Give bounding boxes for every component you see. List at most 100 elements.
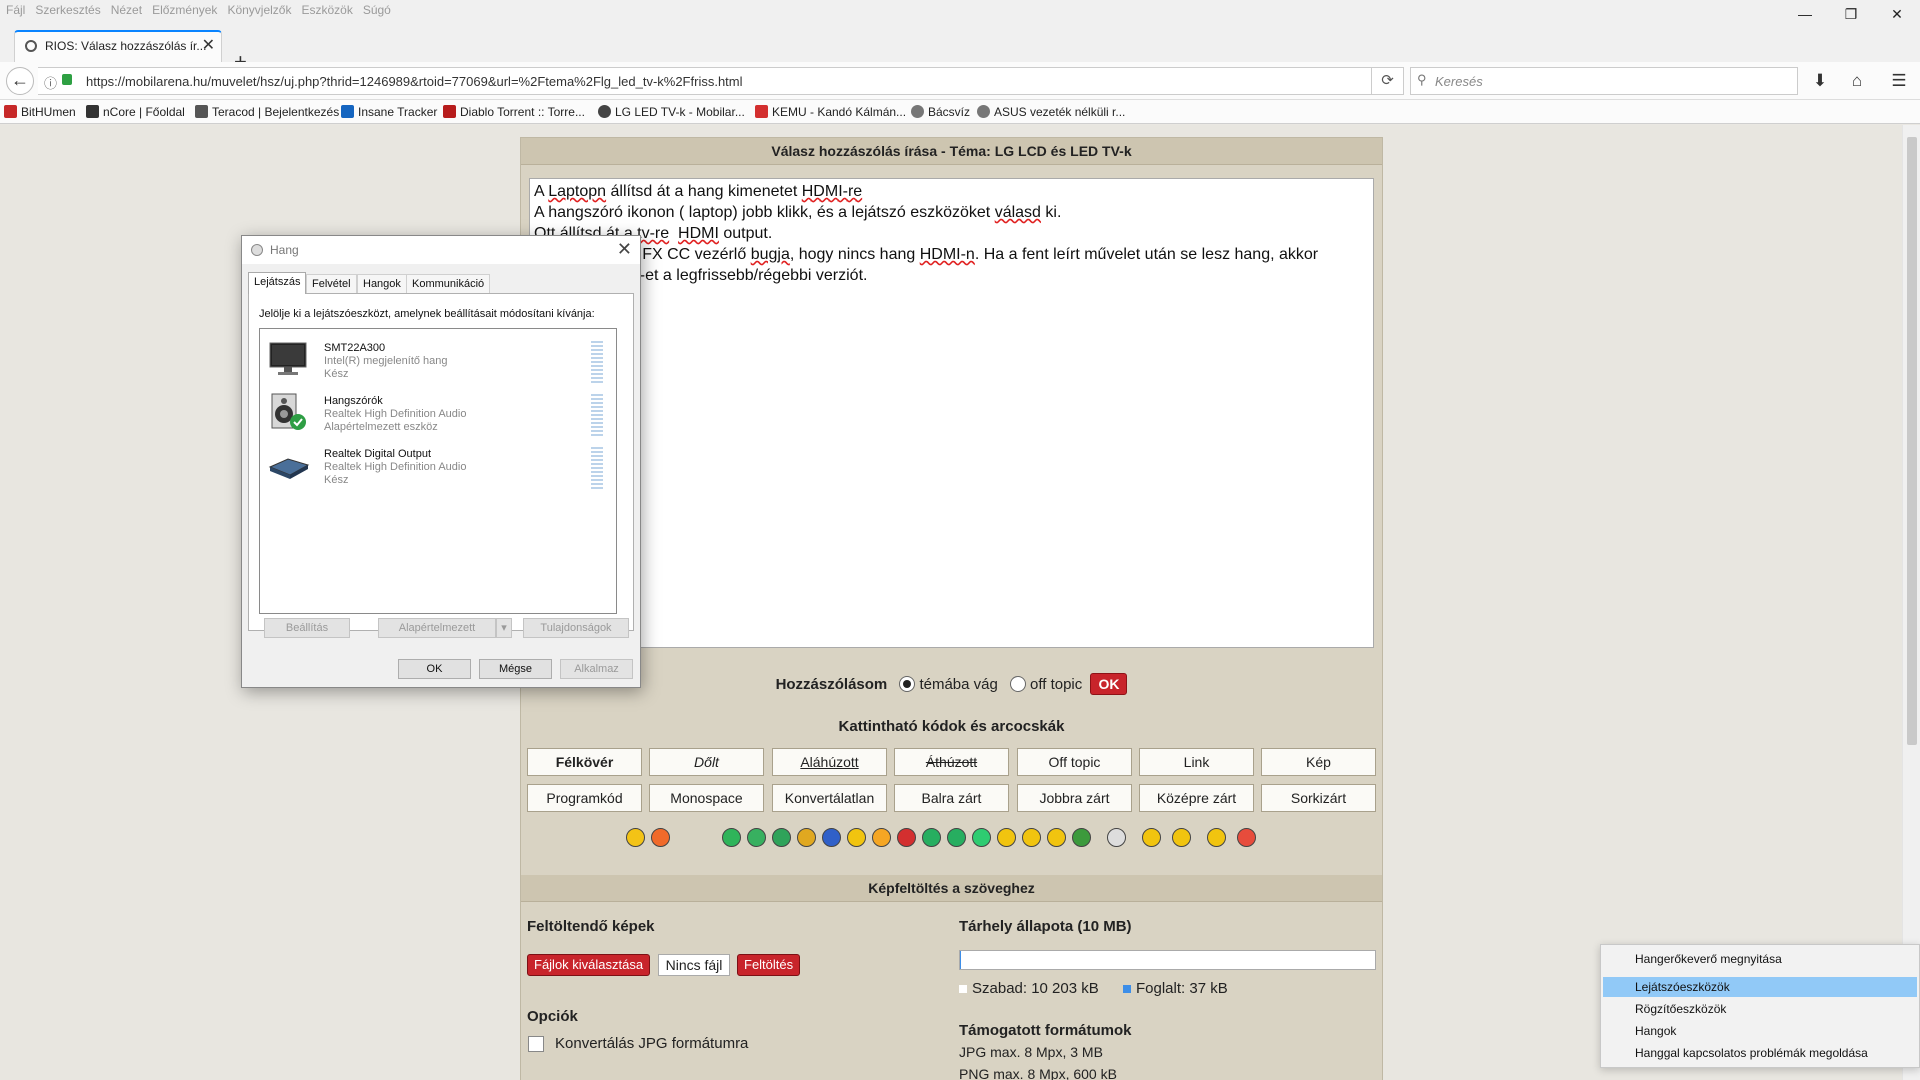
device-item-monitor[interactable]: SMT22A300 Intel(R) megjelenítő hang Kész [260,333,616,383]
device-status: Kész [324,368,349,380]
smiley-icon[interactable] [1072,828,1091,847]
strikethrough-button[interactable]: Áthúzott [894,748,1009,776]
apply-button[interactable]: Alkalmaz [560,659,633,679]
menu-sounds[interactable]: Hangok [1603,1021,1917,1041]
bookmark-bacsviz[interactable]: Bácsvíz [911,105,970,119]
url-text[interactable]: https://mobilarena.hu/muvelet/hsz/uj.php… [86,74,743,89]
justify-button[interactable]: Sorkizárt [1261,784,1376,812]
set-default-dropdown[interactable]: ▾ [496,618,512,638]
smiley-icon[interactable] [922,828,941,847]
dialog-close-icon[interactable]: ✕ [617,239,632,260]
convert-jpg-checkbox[interactable] [528,1036,544,1052]
italic-button[interactable]: Dőlt [649,748,764,776]
configure-button[interactable]: Beállítás [264,618,350,638]
search-input[interactable]: ⚲ Keresés [1410,67,1798,95]
home-button[interactable]: ⌂ [1842,67,1872,95]
level-meter [591,447,603,489]
smiley-icon[interactable] [1022,828,1041,847]
smiley-icon[interactable] [772,828,791,847]
ok-button[interactable]: OK [1090,673,1128,695]
smiley-icon[interactable] [872,828,891,847]
device-item-digital-output[interactable]: Realtek Digital Output Realtek High Defi… [260,439,616,489]
bookmark-diablo-torrent[interactable]: Diablo Torrent :: Torre... [443,105,585,119]
dialog-titlebar[interactable]: Hang ✕ [242,236,640,264]
tab-strip: RIOS: Válasz hozzászólás ír... ✕ + [0,22,1920,73]
smiley-icon[interactable] [626,828,645,847]
tab-recording[interactable]: Felvétel [306,274,357,294]
smiley-icon[interactable] [1142,828,1161,847]
reply-form: Válasz hozzászólás írása - Téma: LG LCD … [520,137,1383,1080]
download-button[interactable]: ⬇ [1805,67,1835,95]
smiley-icon[interactable] [997,828,1016,847]
monospace-button[interactable]: Monospace [649,784,764,812]
set-default-button[interactable]: Alapértelmezett [378,618,496,638]
device-name: Realtek Digital Output [324,448,431,460]
menu-view[interactable]: Nézet [105,0,146,17]
menu-open-volume-mixer[interactable]: Hangerőkeverő megnyitása [1603,949,1917,969]
bookmark-lg-led[interactable]: LG LED TV-k - Mobilar... [598,105,745,119]
tab-close-icon[interactable]: ✕ [202,32,215,60]
radio-off-topic[interactable] [1010,676,1026,692]
url-bar[interactable]: ⓘ https://mobilarena.hu/muvelet/hsz/uj.p… [38,67,1404,95]
align-center-button[interactable]: Középre zárt [1139,784,1254,812]
radio-on-topic[interactable] [899,676,916,692]
menu-file[interactable]: Fájl [0,0,29,17]
align-left-button[interactable]: Balra zárt [894,784,1009,812]
image-button[interactable]: Kép [1261,748,1376,776]
device-item-speakers[interactable]: Hangszórók Realtek High Definition Audio… [260,386,616,436]
tab-active[interactable]: RIOS: Válasz hozzászólás ír... ✕ [14,30,222,62]
bookmark-kemu[interactable]: KEMU - Kandó Kálmán... [755,105,906,119]
hamburger-menu-button[interactable]: ☰ [1884,67,1914,95]
smiley-icon[interactable] [1047,828,1066,847]
smiley-icon[interactable] [1207,828,1226,847]
scrollbar-thumb[interactable] [1907,137,1917,745]
reload-button[interactable]: ⟳ [1371,68,1403,94]
smiley-icon[interactable] [747,828,766,847]
smiley-icon[interactable] [1172,828,1191,847]
smiley-icon[interactable] [822,828,841,847]
smiley-icon[interactable] [1237,828,1256,847]
menu-troubleshoot-sound[interactable]: Hanggal kapcsolatos problémák megoldása [1603,1043,1917,1063]
smiley-icon[interactable] [651,828,670,847]
smiley-icon[interactable] [797,828,816,847]
tab-playback[interactable]: Lejátszás [248,272,307,294]
choose-files-button[interactable]: Fájlok kiválasztása [527,954,651,976]
menu-bookmarks[interactable]: Könyvjelzők [221,0,295,17]
smiley-icon[interactable] [722,828,741,847]
tab-communications[interactable]: Kommunikáció [406,274,491,294]
upload-button[interactable]: Feltöltés [737,954,801,976]
align-right-button[interactable]: Jobbra zárt [1017,784,1132,812]
bold-button[interactable]: Félkövér [527,748,642,776]
smiley-icon[interactable] [847,828,866,847]
unconverted-button[interactable]: Konvertálatlan [772,784,887,812]
smiley-icon[interactable] [1107,828,1126,847]
vertical-scrollbar[interactable] [1902,125,1920,1080]
ok-button[interactable]: OK [398,659,471,679]
bookmark-teracod[interactable]: Teracod | Bejelentkezés [195,105,339,119]
bookmark-bithumen[interactable]: BitHUmen [4,105,76,119]
menu-edit[interactable]: Szerkesztés [29,0,104,17]
smiley-icon[interactable] [972,828,991,847]
codes-title: Kattintható kódok és arcocskák [838,718,1065,735]
bookmark-ncore[interactable]: nCore | Főoldal [86,105,185,119]
menu-help[interactable]: Súgó [357,0,395,17]
bookmark-insane-tracker[interactable]: Insane Tracker [341,105,437,119]
menu-tools[interactable]: Eszközök [295,0,356,17]
bookmark-lg-icon [598,105,611,118]
menu-history[interactable]: Előzmények [146,0,221,17]
off-topic-button[interactable]: Off topic [1017,748,1132,776]
cancel-button[interactable]: Mégse [479,659,552,679]
reply-textarea[interactable]: A Laptopn állítsd át a hang kimenetet HD… [529,178,1374,648]
bookmark-asus[interactable]: ASUS vezeték nélküli r... [977,105,1125,119]
tab-sounds[interactable]: Hangok [357,274,407,294]
info-icon[interactable]: ⓘ [44,73,57,92]
back-button[interactable]: ← [6,67,34,95]
link-button[interactable]: Link [1139,748,1254,776]
underline-button[interactable]: Aláhúzott [772,748,887,776]
smiley-icon[interactable] [947,828,966,847]
properties-button[interactable]: Tulajdonságok [523,618,629,638]
menu-recording-devices[interactable]: Rögzítőeszközök [1603,999,1917,1019]
smiley-icon[interactable] [897,828,916,847]
code-button[interactable]: Programkód [527,784,642,812]
menu-playback-devices[interactable]: Lejátszóeszközök [1603,977,1917,997]
